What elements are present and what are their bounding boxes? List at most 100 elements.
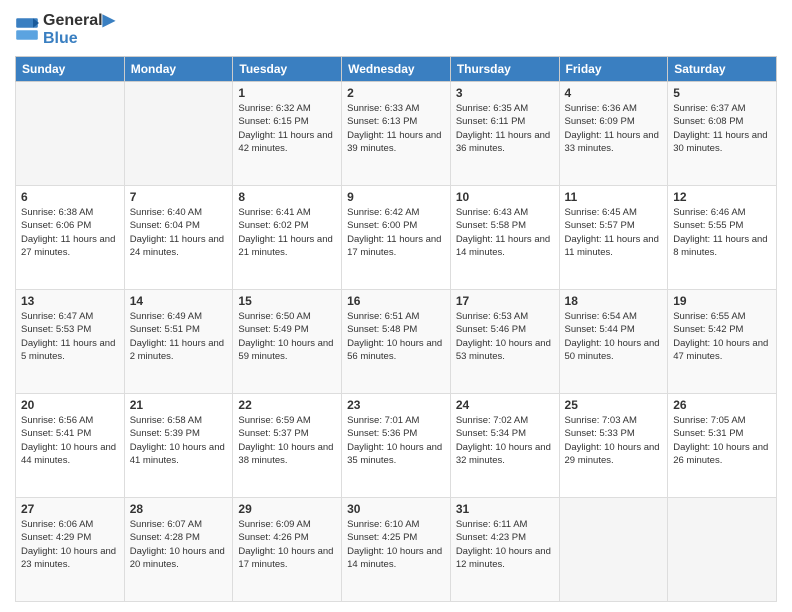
calendar-cell: 27 Sunrise: 6:06 AM Sunset: 4:29 PM Dayli… bbox=[16, 498, 125, 602]
calendar-cell: 2 Sunrise: 6:33 AM Sunset: 6:13 PM Daylig… bbox=[342, 82, 451, 186]
weekday-header-cell: Monday bbox=[124, 57, 233, 82]
cell-info: Sunrise: 6:35 AM Sunset: 6:11 PM Dayligh… bbox=[456, 102, 554, 155]
header: General▶ Blue bbox=[15, 10, 777, 48]
page: General▶ Blue SundayMondayTuesdayWednesd… bbox=[0, 0, 792, 612]
calendar-week-row: 20 Sunrise: 6:56 AM Sunset: 5:41 PM Dayli… bbox=[16, 394, 777, 498]
calendar-cell: 9Sunrise: 6:42 AM Sunset: 6:00 PM Daylig… bbox=[342, 186, 451, 290]
calendar-week-row: 6 Sunrise: 6:38 AM Sunset: 6:06 PM Daylig… bbox=[16, 186, 777, 290]
day-number: 3 bbox=[456, 86, 554, 100]
day-number: 22 bbox=[238, 398, 336, 412]
cell-info: Sunrise: 6:06 AM Sunset: 4:29 PM Dayligh… bbox=[21, 518, 119, 571]
cell-info: Sunrise: 6:40 AM Sunset: 6:04 PM Dayligh… bbox=[130, 206, 228, 259]
calendar-cell bbox=[16, 82, 125, 186]
day-number: 11 bbox=[565, 190, 663, 204]
calendar-week-row: 1 Sunrise: 6:32 AM Sunset: 6:15 PM Daylig… bbox=[16, 82, 777, 186]
day-number: 9 bbox=[347, 190, 445, 204]
cell-info: Sunrise: 6:11 AM Sunset: 4:23 PM Dayligh… bbox=[456, 518, 554, 571]
day-number: 6 bbox=[21, 190, 119, 204]
cell-info: Sunrise: 6:41 AM Sunset: 6:02 PM Dayligh… bbox=[238, 206, 336, 259]
cell-info: Sunrise: 6:33 AM Sunset: 6:13 PM Dayligh… bbox=[347, 102, 445, 155]
weekday-header-cell: Wednesday bbox=[342, 57, 451, 82]
day-number: 25 bbox=[565, 398, 663, 412]
day-number: 23 bbox=[347, 398, 445, 412]
day-number: 16 bbox=[347, 294, 445, 308]
calendar-cell: 14 Sunrise: 6:49 AM Sunset: 5:51 PM Dayli… bbox=[124, 290, 233, 394]
cell-info: Sunrise: 6:56 AM Sunset: 5:41 PM Dayligh… bbox=[21, 414, 119, 467]
day-number: 8 bbox=[238, 190, 336, 204]
logo-text: General▶ Blue bbox=[43, 10, 115, 48]
cell-info: Sunrise: 6:50 AM Sunset: 5:49 PM Dayligh… bbox=[238, 310, 336, 363]
day-number: 28 bbox=[130, 502, 228, 516]
cell-info: Sunrise: 6:32 AM Sunset: 6:15 PM Dayligh… bbox=[238, 102, 336, 155]
calendar-cell: 30Sunrise: 6:10 AM Sunset: 4:25 PM Dayli… bbox=[342, 498, 451, 602]
cell-info: Sunrise: 6:37 AM Sunset: 6:08 PM Dayligh… bbox=[673, 102, 771, 155]
calendar-cell: 31 Sunrise: 6:11 AM Sunset: 4:23 PM Dayli… bbox=[450, 498, 559, 602]
weekday-header-cell: Thursday bbox=[450, 57, 559, 82]
logo-icon bbox=[15, 17, 39, 41]
cell-info: Sunrise: 7:03 AM Sunset: 5:33 PM Dayligh… bbox=[565, 414, 663, 467]
cell-info: Sunrise: 6:55 AM Sunset: 5:42 PM Dayligh… bbox=[673, 310, 771, 363]
calendar-body: 1 Sunrise: 6:32 AM Sunset: 6:15 PM Daylig… bbox=[16, 82, 777, 602]
calendar-cell bbox=[559, 498, 668, 602]
day-number: 26 bbox=[673, 398, 771, 412]
cell-info: Sunrise: 6:58 AM Sunset: 5:39 PM Dayligh… bbox=[130, 414, 228, 467]
cell-info: Sunrise: 6:47 AM Sunset: 5:53 PM Dayligh… bbox=[21, 310, 119, 363]
calendar-cell: 29Sunrise: 6:09 AM Sunset: 4:26 PM Dayli… bbox=[233, 498, 342, 602]
cell-info: Sunrise: 6:53 AM Sunset: 5:46 PM Dayligh… bbox=[456, 310, 554, 363]
calendar-cell bbox=[668, 498, 777, 602]
calendar-cell: 12 Sunrise: 6:46 AM Sunset: 5:55 PM Dayli… bbox=[668, 186, 777, 290]
cell-info: Sunrise: 6:49 AM Sunset: 5:51 PM Dayligh… bbox=[130, 310, 228, 363]
day-number: 24 bbox=[456, 398, 554, 412]
day-number: 10 bbox=[456, 190, 554, 204]
calendar-week-row: 27 Sunrise: 6:06 AM Sunset: 4:29 PM Dayli… bbox=[16, 498, 777, 602]
weekday-header-cell: Sunday bbox=[16, 57, 125, 82]
logo: General▶ Blue bbox=[15, 10, 115, 48]
day-number: 2 bbox=[347, 86, 445, 100]
calendar-cell: 10 Sunrise: 6:43 AM Sunset: 5:58 PM Dayli… bbox=[450, 186, 559, 290]
calendar-cell: 20 Sunrise: 6:56 AM Sunset: 5:41 PM Dayli… bbox=[16, 394, 125, 498]
day-number: 13 bbox=[21, 294, 119, 308]
calendar-cell: 11Sunrise: 6:45 AM Sunset: 5:57 PM Dayli… bbox=[559, 186, 668, 290]
calendar-cell: 28 Sunrise: 6:07 AM Sunset: 4:28 PM Dayli… bbox=[124, 498, 233, 602]
calendar-cell: 3 Sunrise: 6:35 AM Sunset: 6:11 PM Daylig… bbox=[450, 82, 559, 186]
calendar-cell bbox=[124, 82, 233, 186]
cell-info: Sunrise: 6:43 AM Sunset: 5:58 PM Dayligh… bbox=[456, 206, 554, 259]
cell-info: Sunrise: 6:59 AM Sunset: 5:37 PM Dayligh… bbox=[238, 414, 336, 467]
day-number: 5 bbox=[673, 86, 771, 100]
cell-info: Sunrise: 7:05 AM Sunset: 5:31 PM Dayligh… bbox=[673, 414, 771, 467]
day-number: 19 bbox=[673, 294, 771, 308]
calendar-cell: 18Sunrise: 6:54 AM Sunset: 5:44 PM Dayli… bbox=[559, 290, 668, 394]
calendar-cell: 7 Sunrise: 6:40 AM Sunset: 6:04 PM Daylig… bbox=[124, 186, 233, 290]
calendar-cell: 8 Sunrise: 6:41 AM Sunset: 6:02 PM Daylig… bbox=[233, 186, 342, 290]
day-number: 4 bbox=[565, 86, 663, 100]
day-number: 27 bbox=[21, 502, 119, 516]
calendar-cell: 22 Sunrise: 6:59 AM Sunset: 5:37 PM Dayli… bbox=[233, 394, 342, 498]
day-number: 18 bbox=[565, 294, 663, 308]
day-number: 1 bbox=[238, 86, 336, 100]
calendar-cell: 21Sunrise: 6:58 AM Sunset: 5:39 PM Dayli… bbox=[124, 394, 233, 498]
cell-info: Sunrise: 6:07 AM Sunset: 4:28 PM Dayligh… bbox=[130, 518, 228, 571]
day-number: 12 bbox=[673, 190, 771, 204]
calendar-cell: 26 Sunrise: 7:05 AM Sunset: 5:31 PM Dayli… bbox=[668, 394, 777, 498]
weekday-header-cell: Friday bbox=[559, 57, 668, 82]
cell-info: Sunrise: 6:36 AM Sunset: 6:09 PM Dayligh… bbox=[565, 102, 663, 155]
calendar-cell: 19 Sunrise: 6:55 AM Sunset: 5:42 PM Dayli… bbox=[668, 290, 777, 394]
day-number: 30 bbox=[347, 502, 445, 516]
day-number: 20 bbox=[21, 398, 119, 412]
calendar-table: SundayMondayTuesdayWednesdayThursdayFrid… bbox=[15, 56, 777, 602]
calendar-cell: 4 Sunrise: 6:36 AM Sunset: 6:09 PM Daylig… bbox=[559, 82, 668, 186]
calendar-cell: 15 Sunrise: 6:50 AM Sunset: 5:49 PM Dayli… bbox=[233, 290, 342, 394]
calendar-cell: 5 Sunrise: 6:37 AM Sunset: 6:08 PM Daylig… bbox=[668, 82, 777, 186]
calendar-cell: 16 Sunrise: 6:51 AM Sunset: 5:48 PM Dayli… bbox=[342, 290, 451, 394]
day-number: 31 bbox=[456, 502, 554, 516]
calendar-cell: 6 Sunrise: 6:38 AM Sunset: 6:06 PM Daylig… bbox=[16, 186, 125, 290]
day-number: 15 bbox=[238, 294, 336, 308]
day-number: 29 bbox=[238, 502, 336, 516]
cell-info: Sunrise: 6:46 AM Sunset: 5:55 PM Dayligh… bbox=[673, 206, 771, 259]
cell-info: Sunrise: 6:51 AM Sunset: 5:48 PM Dayligh… bbox=[347, 310, 445, 363]
cell-info: Sunrise: 7:01 AM Sunset: 5:36 PM Dayligh… bbox=[347, 414, 445, 467]
day-number: 14 bbox=[130, 294, 228, 308]
cell-info: Sunrise: 6:38 AM Sunset: 6:06 PM Dayligh… bbox=[21, 206, 119, 259]
calendar-cell: 24Sunrise: 7:02 AM Sunset: 5:34 PM Dayli… bbox=[450, 394, 559, 498]
day-number: 7 bbox=[130, 190, 228, 204]
